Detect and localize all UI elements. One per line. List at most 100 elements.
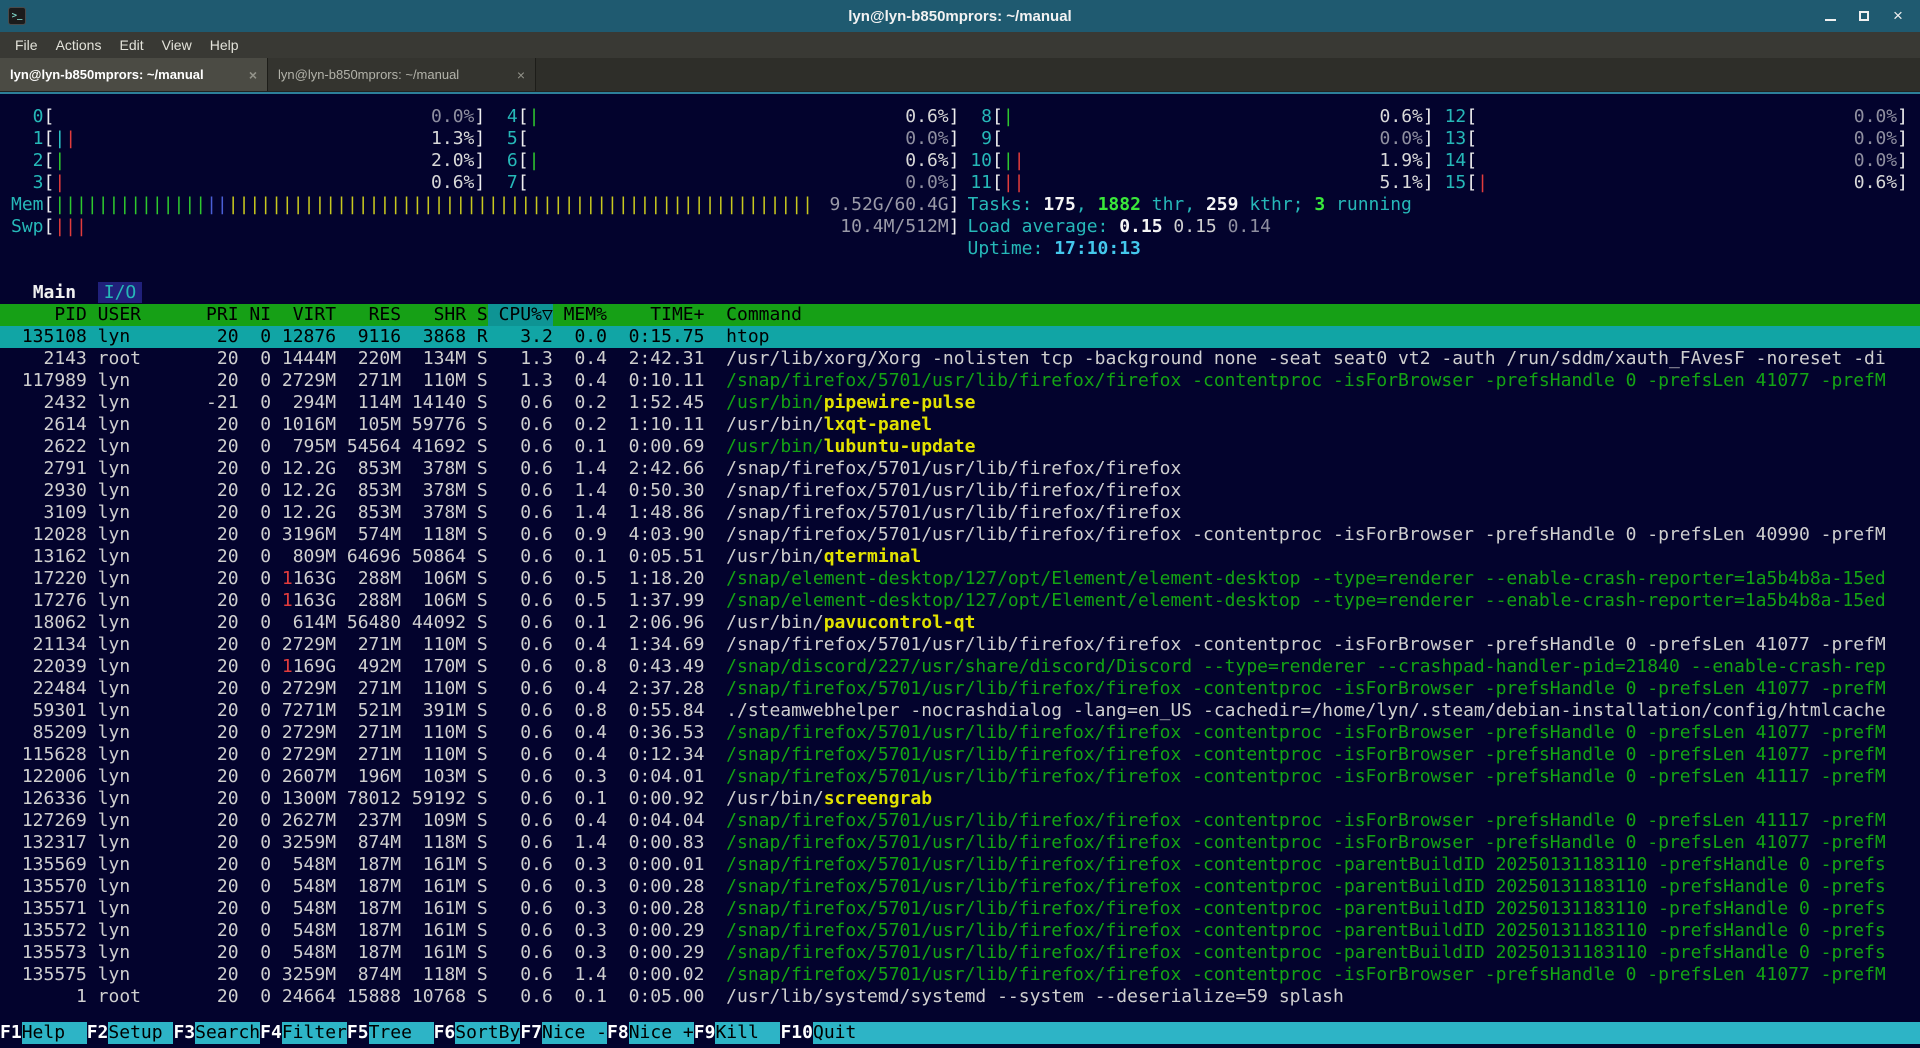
- process-row[interactable]: 135572lyn200548M187M161MS0.60.30:00.29/s…: [0, 920, 1920, 942]
- process-row[interactable]: 18062lyn200614M5648044092S0.60.12:06.96/…: [0, 612, 1920, 634]
- cell-s: S: [466, 766, 488, 788]
- tab-close-icon[interactable]: ×: [517, 67, 525, 83]
- cell-cpu: 0.6: [488, 986, 553, 1008]
- column-header-pri[interactable]: PRI: [195, 304, 238, 326]
- process-row[interactable]: 85209lyn2002729M271M110MS0.60.40:36.53/s…: [0, 722, 1920, 744]
- tab-close-icon[interactable]: ×: [249, 67, 257, 83]
- menu-item-help[interactable]: Help: [201, 34, 248, 56]
- fkey-f9-key[interactable]: F9: [694, 1022, 716, 1044]
- cell-shr: 59192: [401, 788, 466, 810]
- process-row[interactable]: 2432lyn-210294M114M14140S0.60.21:52.45/u…: [0, 392, 1920, 414]
- fkey-f2-key[interactable]: F2: [87, 1022, 109, 1044]
- fkey-f3-key[interactable]: F3: [173, 1022, 195, 1044]
- menu-item-file[interactable]: File: [6, 34, 47, 56]
- process-row[interactable]: 2791lyn20012.2G853M378MS0.61.42:42.66/sn…: [0, 458, 1920, 480]
- process-row[interactable]: 3109lyn20012.2G853M378MS0.61.41:48.86/sn…: [0, 502, 1920, 524]
- cell-cpu: 0.6: [488, 854, 553, 876]
- cpu-meter-label: Mem: [11, 194, 44, 216]
- text-segment: /snap/firefox/5701/usr/lib/firefox/firef…: [726, 524, 1886, 545]
- fkey-f10-label[interactable]: Quit: [813, 1022, 878, 1044]
- fkey-f3-label[interactable]: Search: [195, 1022, 260, 1044]
- process-row[interactable]: 117989lyn2002729M271M110MS1.30.40:10.11/…: [0, 370, 1920, 392]
- terminal-tab-2[interactable]: lyn@lyn-b850mprors: ~/manual×: [268, 58, 536, 91]
- fkey-f10-key[interactable]: F10: [780, 1022, 813, 1044]
- process-row[interactable]: 135108lyn2001287691163868R3.20.00:15.75h…: [0, 326, 1920, 348]
- terminal-viewport[interactable]: 0[0.0%]4[|0.6%]8[|0.6%]12[0.0%]1[||1.3%]…: [0, 92, 1920, 1048]
- process-row[interactable]: 126336lyn2001300M7801259192S0.60.10:00.9…: [0, 788, 1920, 810]
- process-row[interactable]: 2143root2001444M220M134MS1.30.42:42.31/u…: [0, 348, 1920, 370]
- process-row[interactable]: 22484lyn2002729M271M110MS0.60.42:37.28/s…: [0, 678, 1920, 700]
- column-header-ni[interactable]: NI: [239, 304, 272, 326]
- process-row[interactable]: 135573lyn200548M187M161MS0.60.30:00.29/s…: [0, 942, 1920, 964]
- cell-res: 187M: [336, 898, 401, 920]
- fkey-f1-key[interactable]: F1: [0, 1022, 22, 1044]
- process-row[interactable]: 115628lyn2002729M271M110MS0.60.40:12.34/…: [0, 744, 1920, 766]
- fkey-f5-label[interactable]: Tree: [369, 1022, 434, 1044]
- fkey-f4-key[interactable]: F4: [260, 1022, 282, 1044]
- column-header-shr[interactable]: SHR: [401, 304, 466, 326]
- column-header-cpu[interactable]: CPU%▽: [488, 304, 553, 326]
- cell-pid: 2930: [11, 480, 87, 502]
- process-row[interactable]: 135571lyn200548M187M161MS0.60.30:00.28/s…: [0, 898, 1920, 920]
- process-row[interactable]: 21134lyn2002729M271M110MS0.60.41:34.69/s…: [0, 634, 1920, 656]
- process-row[interactable]: 1root200246641588810768S0.60.10:05.00/us…: [0, 986, 1920, 1008]
- fkey-f6-label[interactable]: SortBy: [455, 1022, 520, 1044]
- close-button[interactable]: ×: [1888, 6, 1908, 26]
- process-row[interactable]: 122006lyn2002607M196M103MS0.60.30:04.01/…: [0, 766, 1920, 788]
- column-header-pid[interactable]: PID: [11, 304, 87, 326]
- meter-bracket: ]: [1897, 106, 1908, 128]
- column-header-time[interactable]: TIME+: [607, 304, 705, 326]
- column-header-res[interactable]: RES: [336, 304, 401, 326]
- fkey-f7-key[interactable]: F7: [520, 1022, 542, 1044]
- maximize-button[interactable]: [1854, 6, 1874, 26]
- meter-bar-area: [54, 106, 414, 128]
- cell-virt: 7271M: [271, 700, 336, 722]
- menu-item-edit[interactable]: Edit: [110, 34, 152, 56]
- fkey-f6-key[interactable]: F6: [434, 1022, 456, 1044]
- cell-res: 54564: [336, 436, 401, 458]
- process-row[interactable]: 127269lyn2002627M237M109MS0.60.40:04.04/…: [0, 810, 1920, 832]
- column-header-mem[interactable]: MEM%: [553, 304, 607, 326]
- cpu-meter-label: 0: [11, 106, 44, 128]
- fkey-f7-label[interactable]: Nice -: [542, 1022, 607, 1044]
- fkey-f5-key[interactable]: F5: [347, 1022, 369, 1044]
- cpu-meter-4: 4[|0.6%]: [485, 106, 959, 128]
- process-row[interactable]: 13162lyn200809M6469650864S0.60.10:05.51/…: [0, 546, 1920, 568]
- process-row[interactable]: 2930lyn20012.2G853M378MS0.61.40:50.30/sn…: [0, 480, 1920, 502]
- column-header-virt[interactable]: VIRT: [271, 304, 336, 326]
- menu-item-view[interactable]: View: [153, 34, 201, 56]
- cell-cpu: 0.6: [488, 898, 553, 920]
- cell-user: root: [87, 348, 195, 370]
- process-row[interactable]: 22039lyn2001169G492M170MS0.60.80:43.49/s…: [0, 656, 1920, 678]
- fkey-f8-key[interactable]: F8: [607, 1022, 629, 1044]
- fkey-f9-label[interactable]: Kill: [715, 1022, 780, 1044]
- fkey-f8-label[interactable]: Nice +: [629, 1022, 694, 1044]
- column-header-cmd[interactable]: Command: [704, 304, 1920, 326]
- menu-bar: FileActionsEditViewHelp: [0, 32, 1920, 58]
- cell-pid: 135575: [11, 964, 87, 986]
- minimize-button[interactable]: [1820, 6, 1840, 26]
- process-row[interactable]: 2614lyn2001016M105M59776S0.60.21:10.11/u…: [0, 414, 1920, 436]
- process-row[interactable]: 59301lyn2007271M521M391MS0.60.80:55.84./…: [0, 700, 1920, 722]
- fkey-f4-label[interactable]: Filter: [282, 1022, 347, 1044]
- column-header-s[interactable]: S: [466, 304, 488, 326]
- fkey-f1-label[interactable]: Help: [22, 1022, 87, 1044]
- terminal-tab-1[interactable]: lyn@lyn-b850mprors: ~/manual×: [0, 58, 268, 91]
- process-row[interactable]: 132317lyn2003259M874M118MS0.61.40:00.83/…: [0, 832, 1920, 854]
- htop-screen-tab-main[interactable]: Main: [33, 282, 76, 303]
- process-row[interactable]: 17220lyn2001163G288M106MS0.60.51:18.20/s…: [0, 568, 1920, 590]
- cell-s: S: [466, 964, 488, 986]
- process-row[interactable]: 2622lyn200795M5456441692S0.60.10:00.69/u…: [0, 436, 1920, 458]
- process-row[interactable]: 17276lyn2001163G288M106MS0.60.51:37.99/s…: [0, 590, 1920, 612]
- process-row[interactable]: 135569lyn200548M187M161MS0.60.30:00.01/s…: [0, 854, 1920, 876]
- cell-mem: 0.0: [553, 326, 607, 348]
- column-header-user[interactable]: USER: [87, 304, 195, 326]
- process-row[interactable]: 135575lyn2003259M874M118MS0.61.40:00.02/…: [0, 964, 1920, 986]
- process-row[interactable]: 135570lyn200548M187M161MS0.60.30:00.28/s…: [0, 876, 1920, 898]
- fkey-f2-label[interactable]: Setup: [108, 1022, 173, 1044]
- process-row[interactable]: 12028lyn2003196M574M118MS0.60.94:03.90/s…: [0, 524, 1920, 546]
- cell-pid: 135569: [11, 854, 87, 876]
- text-segment: /snap/firefox/5701/usr/lib/firefox/firef…: [726, 744, 1886, 765]
- menu-item-actions[interactable]: Actions: [47, 34, 111, 56]
- htop-screen-tab-io[interactable]: I/O: [98, 282, 143, 303]
